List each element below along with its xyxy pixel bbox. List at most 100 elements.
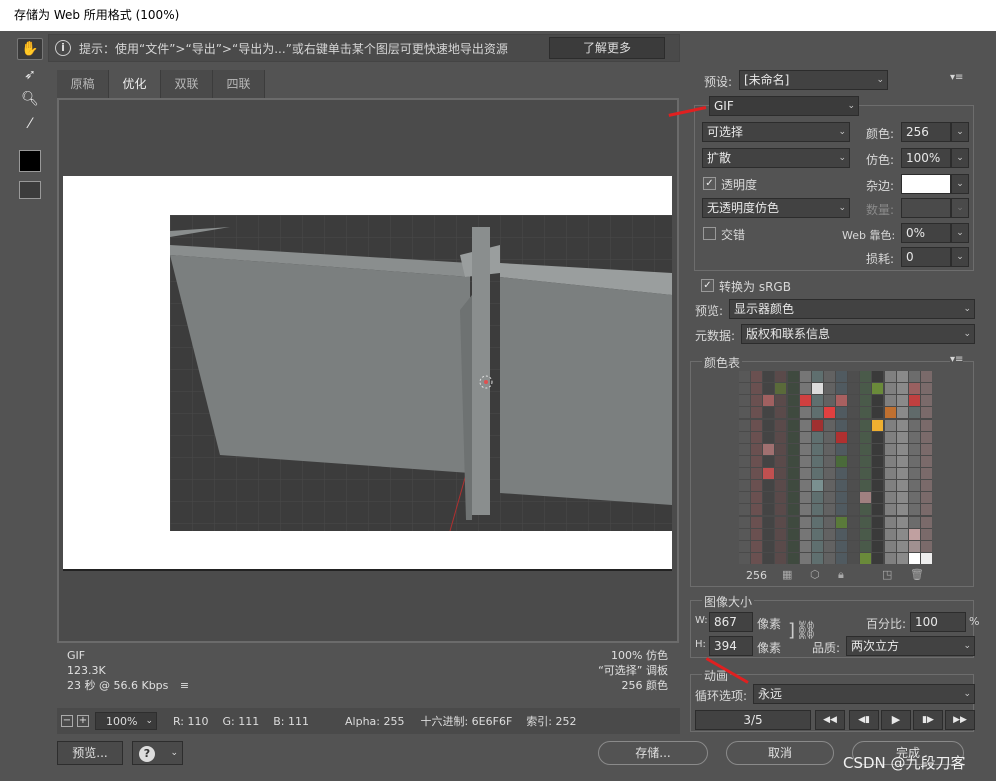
lock-icon[interactable]: 🔒︎ bbox=[838, 568, 844, 582]
color-swatch[interactable] bbox=[763, 443, 775, 455]
color-swatch[interactable] bbox=[872, 480, 884, 492]
color-swatch[interactable] bbox=[823, 419, 835, 431]
color-swatch[interactable] bbox=[860, 419, 872, 431]
matte-color[interactable] bbox=[901, 174, 951, 194]
color-swatch[interactable] bbox=[823, 480, 835, 492]
color-swatch[interactable] bbox=[920, 528, 932, 540]
link-icon[interactable]: ]⛓ bbox=[788, 620, 818, 641]
color-swatch[interactable] bbox=[920, 504, 932, 516]
color-swatch[interactable] bbox=[872, 371, 884, 382]
color-swatch[interactable] bbox=[811, 455, 823, 467]
color-swatch[interactable] bbox=[896, 480, 908, 492]
color-swatch[interactable] bbox=[848, 383, 860, 395]
color-swatch[interactable] bbox=[823, 407, 835, 419]
color-swatch[interactable] bbox=[799, 443, 811, 455]
eyedropper-color[interactable] bbox=[19, 150, 41, 172]
web-snap-input[interactable]: 0% bbox=[901, 223, 951, 243]
zoom-out-icon[interactable]: − bbox=[61, 715, 73, 727]
color-swatch[interactable] bbox=[908, 540, 920, 552]
color-swatch[interactable] bbox=[848, 552, 860, 564]
color-swatch[interactable] bbox=[908, 528, 920, 540]
color-swatch[interactable] bbox=[763, 383, 775, 395]
color-swatch[interactable] bbox=[872, 540, 884, 552]
color-swatch[interactable] bbox=[811, 552, 823, 564]
color-swatch[interactable] bbox=[884, 492, 896, 504]
preset-select[interactable]: [未命名] ⌄ bbox=[739, 70, 888, 90]
color-swatch[interactable] bbox=[739, 528, 750, 540]
color-swatch[interactable] bbox=[884, 455, 896, 467]
color-swatch[interactable] bbox=[787, 540, 799, 552]
browser-preview-button[interactable]: ? ⌄ bbox=[132, 741, 183, 765]
color-swatch[interactable] bbox=[811, 492, 823, 504]
color-swatch[interactable] bbox=[751, 492, 763, 504]
color-swatch[interactable] bbox=[811, 431, 823, 443]
color-swatch[interactable] bbox=[860, 443, 872, 455]
color-swatch[interactable] bbox=[860, 383, 872, 395]
color-swatch[interactable] bbox=[884, 480, 896, 492]
web-snap-slider[interactable]: ⌄ bbox=[951, 223, 969, 243]
color-swatch[interactable] bbox=[823, 383, 835, 395]
save-button[interactable]: 存储... bbox=[598, 741, 708, 765]
color-swatch[interactable] bbox=[739, 395, 750, 407]
color-swatch[interactable] bbox=[884, 431, 896, 443]
color-swatch[interactable] bbox=[739, 443, 750, 455]
color-swatch[interactable] bbox=[884, 371, 896, 382]
toggle-slices-icon[interactable] bbox=[19, 181, 41, 199]
color-swatch[interactable] bbox=[884, 395, 896, 407]
color-swatch[interactable] bbox=[884, 468, 896, 479]
color-swatch[interactable] bbox=[799, 455, 811, 467]
color-swatch[interactable] bbox=[836, 431, 847, 443]
color-swatch[interactable] bbox=[836, 443, 847, 455]
color-swatch[interactable] bbox=[739, 516, 750, 528]
color-swatch[interactable] bbox=[751, 443, 763, 455]
color-swatch[interactable] bbox=[787, 480, 799, 492]
color-swatch[interactable] bbox=[920, 552, 932, 564]
color-swatch[interactable] bbox=[896, 407, 908, 419]
color-swatch[interactable] bbox=[848, 516, 860, 528]
color-swatch[interactable] bbox=[811, 395, 823, 407]
color-swatch[interactable] bbox=[787, 516, 799, 528]
color-swatch[interactable] bbox=[763, 552, 775, 564]
learn-more-button[interactable]: 了解更多 bbox=[549, 37, 665, 59]
color-swatch[interactable] bbox=[920, 468, 932, 479]
color-swatch[interactable] bbox=[848, 480, 860, 492]
color-swatch[interactable] bbox=[763, 468, 775, 479]
color-swatch[interactable] bbox=[739, 419, 750, 431]
color-swatch[interactable] bbox=[836, 455, 847, 467]
next-frame-button[interactable]: ▮▶ bbox=[913, 710, 943, 730]
color-swatch[interactable] bbox=[836, 383, 847, 395]
color-swatch[interactable] bbox=[811, 528, 823, 540]
transparency-dither-select[interactable]: 无透明度仿色 ⌄ bbox=[702, 198, 850, 218]
color-swatch[interactable] bbox=[920, 443, 932, 455]
color-swatch[interactable] bbox=[823, 540, 835, 552]
color-swatch[interactable] bbox=[775, 371, 787, 382]
color-swatch[interactable] bbox=[908, 468, 920, 479]
color-swatch[interactable] bbox=[823, 528, 835, 540]
color-swatch[interactable] bbox=[763, 455, 775, 467]
color-swatch[interactable] bbox=[896, 540, 908, 552]
color-swatch[interactable] bbox=[739, 552, 750, 564]
color-swatch[interactable] bbox=[920, 371, 932, 382]
color-swatch[interactable] bbox=[836, 480, 847, 492]
color-swatch[interactable] bbox=[884, 383, 896, 395]
color-swatch[interactable] bbox=[739, 431, 750, 443]
color-swatch[interactable] bbox=[799, 383, 811, 395]
color-swatch[interactable] bbox=[787, 455, 799, 467]
reduction-select[interactable]: 可选择 ⌄ bbox=[702, 122, 850, 142]
color-swatch[interactable] bbox=[751, 383, 763, 395]
color-swatch[interactable] bbox=[823, 443, 835, 455]
preset-menu-icon[interactable]: ▾≡ bbox=[950, 72, 963, 83]
color-swatch[interactable] bbox=[908, 455, 920, 467]
color-swatch[interactable] bbox=[751, 480, 763, 492]
color-swatch[interactable] bbox=[787, 443, 799, 455]
color-swatch[interactable] bbox=[848, 468, 860, 479]
color-swatch[interactable] bbox=[836, 540, 847, 552]
color-swatch[interactable] bbox=[860, 552, 872, 564]
color-swatch[interactable] bbox=[751, 468, 763, 479]
color-swatch[interactable] bbox=[848, 407, 860, 419]
color-swatch[interactable] bbox=[860, 516, 872, 528]
color-swatch[interactable] bbox=[775, 383, 787, 395]
tab-2up[interactable]: 双联 bbox=[161, 70, 213, 98]
format-select[interactable]: GIF ⌄ bbox=[709, 96, 859, 116]
color-swatch[interactable] bbox=[799, 516, 811, 528]
